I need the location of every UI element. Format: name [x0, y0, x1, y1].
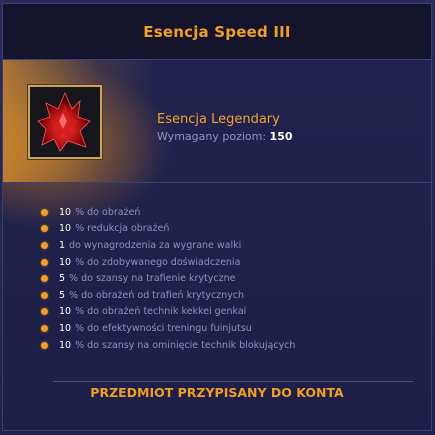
account-bound-label: PRZEDMIOT PRZYPISANY DO KONTA [90, 385, 344, 400]
item-tooltip: Esencja Speed III Esencja Legendary Wyma… [2, 3, 432, 431]
bullet-icon [41, 324, 48, 332]
stat-item: 5% do szansy na trafienie krytyczne [41, 270, 295, 287]
bullet-icon [41, 341, 48, 349]
item-summary: Esencja Legendary Wymagany poziom: 150 [3, 60, 431, 183]
stat-item: 10% do obrażeń [41, 204, 295, 221]
stat-item: 10% redukcja obrażeń [41, 221, 295, 238]
item-icon-frame [28, 85, 102, 159]
stat-item: 10% do efektywności treningu fuinjutsu [41, 320, 295, 337]
tooltip-footer: PRZEDMIOT PRZYPISANY DO KONTA [3, 381, 431, 400]
stat-item: 10% do zdobywanego doświadczenia [41, 254, 295, 271]
required-level-label: Wymagany poziom: [157, 130, 267, 143]
red-crystal-essence-icon [30, 87, 100, 157]
bullet-icon [41, 225, 48, 233]
bullet-icon [41, 241, 48, 249]
bullet-icon [41, 308, 48, 316]
tooltip-header: Esencja Speed III [3, 4, 431, 60]
required-level-value: 150 [269, 130, 293, 143]
stat-item: 10% do szansy na ominięcie technik bloku… [41, 337, 295, 354]
bullet-icon [41, 258, 48, 266]
footer-divider [53, 381, 413, 382]
item-rarity-name: Esencja Legendary [157, 112, 280, 127]
stat-item: 1 do wynagrodzenia za wygrane walki [41, 237, 295, 254]
required-level: Wymagany poziom: 150 [157, 130, 293, 143]
bullet-icon [41, 291, 48, 299]
bullet-icon [41, 275, 48, 283]
bullet-icon [41, 208, 48, 216]
stat-item: 5% do obrażeń od trafień krytycznych [41, 287, 295, 304]
stats-list: 10% do obrażeń 10% redukcja obrażeń 1 do … [41, 204, 295, 353]
item-title: Esencja Speed III [143, 22, 291, 41]
stat-item: 10% do obrażeń technik kekkei genkai [41, 304, 295, 321]
